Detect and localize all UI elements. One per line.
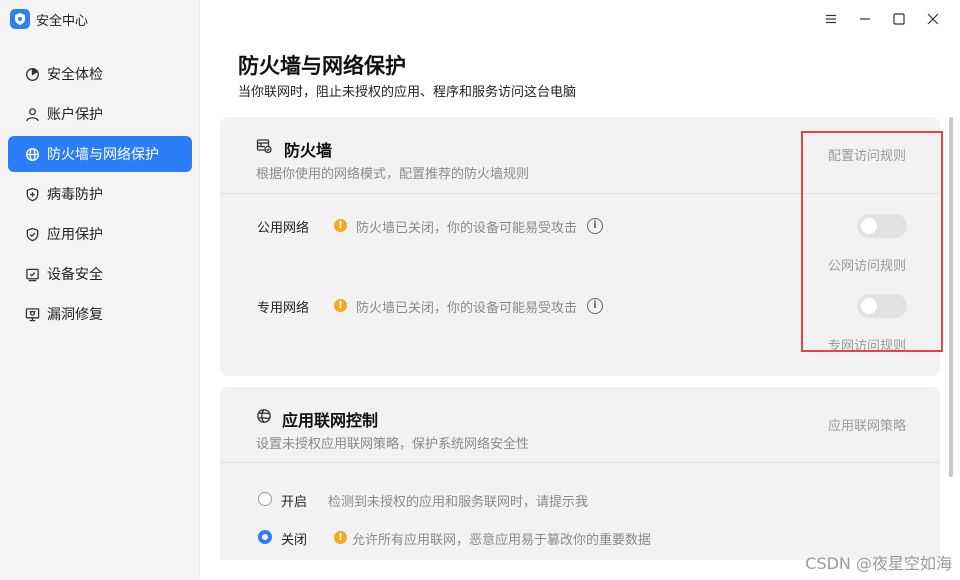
private-network-label: 专用网络 (257, 301, 310, 316)
radio-enable[interactable] (258, 492, 272, 506)
sidebar-item-firewall[interactable]: 防火墙与网络保护 (8, 136, 192, 172)
app-control-title: 应用联网控制 (282, 411, 379, 430)
window-controls (814, 8, 950, 30)
divider (220, 462, 940, 463)
radio-enable-label: 开启 (281, 495, 308, 510)
app-title: 安全中心 (36, 13, 89, 29)
monitor-bug-icon (24, 306, 40, 322)
scrollbar[interactable] (949, 117, 953, 477)
globe-icon (24, 146, 40, 162)
device-check-icon (24, 266, 40, 282)
scan-icon (24, 66, 40, 82)
app-header: 安全中心 (10, 9, 88, 29)
public-network-label: 公用网络 (257, 221, 310, 236)
firewall-icon (256, 138, 272, 154)
close-icon[interactable] (916, 8, 950, 30)
radio-disable-desc: 允许所有应用联网，恶意应用易于篡改你的重要数据 (352, 533, 652, 548)
sidebar-item-virus[interactable]: 病毒防护 (8, 176, 192, 212)
shield-check-icon (24, 226, 40, 242)
sidebar-item-app-protect[interactable]: 应用保护 (8, 216, 192, 252)
warning-icon: ! (334, 299, 347, 312)
warning-icon: ! (334, 219, 347, 232)
app-control-desc: 设置未授权应用联网策略，保护系统网络安全性 (256, 437, 530, 452)
sidebar-item-label: 漏洞修复 (47, 307, 103, 323)
sidebar-item-label: 病毒防护 (47, 187, 103, 203)
radio-disable-label: 关闭 (281, 533, 308, 548)
radio-enable-desc: 检测到未授权的应用和服务联网时，请提示我 (328, 495, 589, 510)
info-icon[interactable]: i (587, 298, 603, 314)
sidebar-item-label: 安全体检 (47, 67, 103, 83)
app-network-control-card: 应用联网控制 设置未授权应用联网策略，保护系统网络安全性 应用联网策略 开启 检… (220, 387, 940, 560)
sidebar-item-account[interactable]: 账户保护 (8, 96, 192, 132)
warning-icon: ! (334, 531, 347, 544)
sidebar-item-vuln[interactable]: 漏洞修复 (8, 296, 192, 332)
annotation-highlight-box (801, 131, 943, 352)
menu-icon[interactable] (814, 8, 848, 30)
minimize-icon[interactable] (848, 8, 882, 30)
sidebar-item-device[interactable]: 设备安全 (8, 256, 192, 292)
sidebar: 安全中心 安全体检 账户保护 防火墙与网络保护 病毒防护 应用保护 设备安全 漏… (0, 0, 200, 580)
firewall-desc: 根据你使用的网络模式，配置推荐的防火墙规则 (256, 167, 530, 182)
info-icon[interactable]: i (587, 218, 603, 234)
shield-plus-icon (24, 186, 40, 202)
maximize-icon[interactable] (882, 8, 916, 30)
firewall-title: 防火墙 (284, 141, 333, 160)
sidebar-item-label: 设备安全 (47, 267, 103, 283)
private-network-warning: 防火墙已关闭，你的设备可能易受攻击 (356, 301, 578, 316)
app-logo-icon (10, 9, 30, 29)
network-globe-icon (256, 408, 272, 424)
sidebar-item-label: 账户保护 (47, 107, 103, 123)
radio-disable[interactable] (258, 530, 272, 544)
user-icon (24, 106, 40, 122)
page-title: 防火墙与网络保护 (238, 54, 406, 78)
page-subtitle: 当你联网时，阻止未授权的应用、程序和服务访问这台电脑 (238, 85, 577, 100)
sidebar-nav: 安全体检 账户保护 防火墙与网络保护 病毒防护 应用保护 设备安全 漏洞修复 (8, 56, 192, 336)
sidebar-item-label: 防火墙与网络保护 (47, 147, 159, 163)
sidebar-item-security-check[interactable]: 安全体检 (8, 56, 192, 92)
public-network-warning: 防火墙已关闭，你的设备可能易受攻击 (356, 221, 578, 236)
watermark: CSDN @夜星空如海 (805, 554, 952, 573)
app-network-policy-link[interactable]: 应用联网策略 (828, 415, 906, 434)
sidebar-item-label: 应用保护 (47, 227, 103, 243)
